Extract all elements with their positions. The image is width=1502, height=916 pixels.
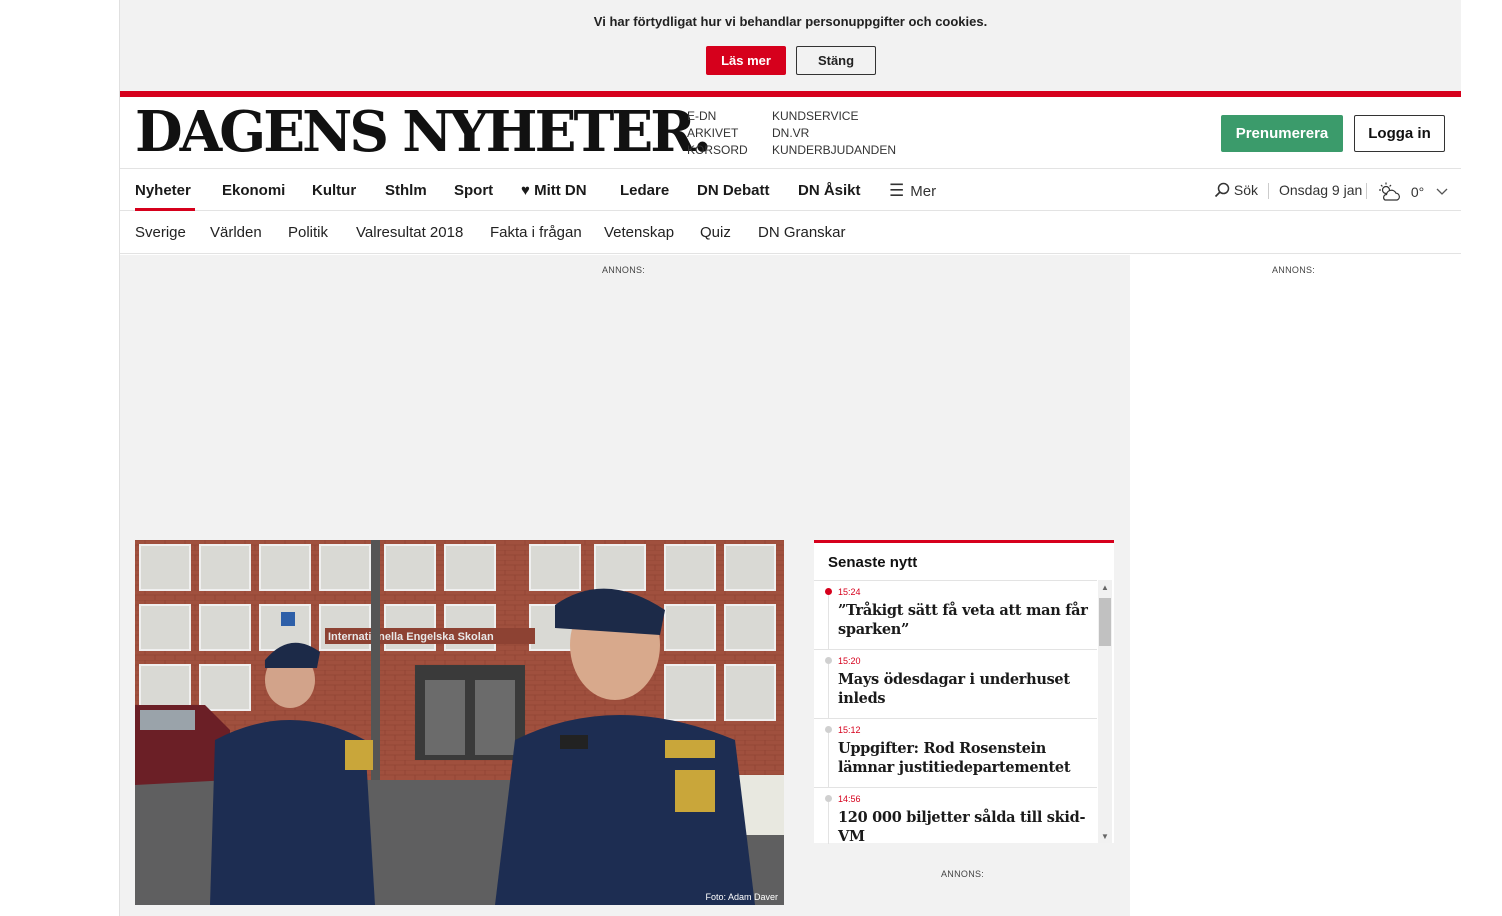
main-nav: Nyheter Ekonomi Kultur Sthlm Sport ♥ Mit… <box>120 168 1461 211</box>
ad-label-right: ANNONS: <box>1272 265 1316 275</box>
close-cookie-button[interactable]: Stäng <box>796 46 876 75</box>
header-accent-line <box>120 91 1461 97</box>
nav-item-dn-debatt[interactable]: DN Debatt <box>697 182 770 199</box>
subnav-item-varlden[interactable]: Världen <box>210 224 262 241</box>
list-item[interactable]: 15:20 Mays ödesdagar i underhuset inleds <box>814 650 1097 719</box>
news-headline[interactable]: 120 000 biljetter sålda till skid-VM <box>838 808 1088 844</box>
timeline-line <box>828 802 829 844</box>
timeline-line <box>828 595 829 650</box>
search-button[interactable]: Sök <box>1214 182 1258 198</box>
right-ad-column: ANNONS: <box>1130 255 1460 916</box>
temperature-label: 0° <box>1410 184 1425 200</box>
link-kunderbjudanden[interactable]: Kunderbjudanden <box>772 142 896 159</box>
latest-news-scrollbar[interactable]: ▲ ▼ <box>1098 580 1112 843</box>
date-label: Onsdag 9 jan <box>1279 182 1363 198</box>
site-logo[interactable]: DAGENS NYHETER. <box>135 99 712 165</box>
more-menu-button[interactable]: ☰ Mer <box>889 181 936 201</box>
hero-sign-text: Internationella Engelska Skolan <box>328 631 494 643</box>
hero-photo: Internationella Engelska Skolan <box>135 540 784 905</box>
subnav-item-politik[interactable]: Politik <box>288 224 328 241</box>
read-more-button[interactable]: Läs mer <box>706 46 786 75</box>
ad-label-bottom: ANNONS: <box>941 869 985 879</box>
weather-widget[interactable]: 0° <box>1377 182 1448 202</box>
nav-item-sport[interactable]: Sport <box>454 182 493 199</box>
cookie-text: Vi har förtydligat hur vi behandlar pers… <box>593 14 988 29</box>
news-headline[interactable]: Uppgifter: Rod Rosenstein lämnar justiti… <box>838 739 1088 777</box>
link-dnvr[interactable]: DN.VR <box>772 125 896 142</box>
more-label: Mer <box>910 183 937 200</box>
news-time: 15:24 <box>838 587 861 597</box>
timeline-dot-icon <box>825 795 832 802</box>
top-links-col1: E-DN Arkivet Korsord <box>687 108 748 159</box>
subnav-item-vetenskap[interactable]: Vetenskap <box>604 224 674 241</box>
timeline-line <box>828 664 829 719</box>
subnav-item-quiz[interactable]: Quiz <box>700 224 731 241</box>
weather-partly-cloudy-icon <box>1379 182 1400 201</box>
nav-item-mitt-dn-label: Mitt DN <box>534 182 587 199</box>
latest-news-title: Senaste nytt <box>828 554 918 571</box>
list-item[interactable]: 15:24 ”Tråkigt sätt få veta att man får … <box>814 581 1097 650</box>
timeline-dot-icon <box>825 726 832 733</box>
nav-item-kultur[interactable]: Kultur <box>312 182 356 199</box>
nav-divider <box>1268 183 1269 199</box>
chevron-down-icon <box>1436 188 1448 195</box>
news-headline[interactable]: ”Tråkigt sätt få veta att man får sparke… <box>838 601 1088 639</box>
scroll-thumb[interactable] <box>1099 598 1111 646</box>
hero-image[interactable]: Internationella Engelska Skolan Foto: Ad… <box>135 540 784 905</box>
live-dot-icon <box>825 588 832 595</box>
subnav-item-fakta[interactable]: Fakta i frågan <box>490 224 582 241</box>
news-time: 15:20 <box>838 656 861 666</box>
subnav-item-valresultat[interactable]: Valresultat 2018 <box>356 224 463 241</box>
page: Vi har förtydligat hur vi behandlar pers… <box>119 0 1461 916</box>
nav-item-mitt-dn[interactable]: ♥ Mitt DN <box>521 182 587 199</box>
heart-icon: ♥ <box>521 182 530 199</box>
list-item[interactable]: 15:12 Uppgifter: Rod Rosenstein lämnar j… <box>814 719 1097 788</box>
timeline-line <box>828 733 829 788</box>
latest-news-list[interactable]: 15:24 ”Tråkigt sätt få veta att man får … <box>814 580 1097 844</box>
news-time: 15:12 <box>838 725 861 735</box>
sub-nav: Sverige Världen Politik Valresultat 2018… <box>120 211 1461 254</box>
search-icon <box>1214 182 1230 198</box>
site-header: DAGENS NYHETER. E-DN Arkivet Korsord Kun… <box>120 91 1461 255</box>
photo-credit: Foto: Adam Daver <box>705 892 778 902</box>
nav-item-nyheter[interactable]: Nyheter <box>135 182 191 199</box>
cookie-banner: Vi har förtydligat hur vi behandlar pers… <box>120 0 1461 91</box>
ad-label-top: ANNONS: <box>602 265 646 275</box>
login-button[interactable]: Logga in <box>1354 115 1445 152</box>
link-korsord[interactable]: Korsord <box>687 142 748 159</box>
link-kundservice[interactable]: Kundservice <box>772 108 896 125</box>
subscribe-button[interactable]: Prenumerera <box>1221 115 1343 152</box>
link-arkivet[interactable]: Arkivet <box>687 125 748 142</box>
subnav-item-sverige[interactable]: Sverige <box>135 224 186 241</box>
nav-item-dn-asikt[interactable]: DN Åsikt <box>798 182 861 199</box>
nav-item-ledare[interactable]: Ledare <box>620 182 669 199</box>
search-label: Sök <box>1233 182 1259 198</box>
link-edn[interactable]: E-DN <box>687 108 748 125</box>
nav-item-ekonomi[interactable]: Ekonomi <box>222 182 285 199</box>
latest-news-widget: Senaste nytt 15:24 ”Tråkigt sätt få veta… <box>814 540 1114 844</box>
scroll-down-icon[interactable]: ▼ <box>1098 832 1112 841</box>
timeline-dot-icon <box>825 657 832 664</box>
subnav-item-dn-granskar[interactable]: DN Granskar <box>758 224 846 241</box>
scroll-up-icon[interactable]: ▲ <box>1098 583 1112 592</box>
nav-divider <box>1366 183 1367 199</box>
news-headline[interactable]: Mays ödesdagar i underhuset inleds <box>838 670 1088 708</box>
list-item[interactable]: 14:56 120 000 biljetter sålda till skid-… <box>814 788 1097 844</box>
hamburger-icon: ☰ <box>889 181 905 200</box>
news-time: 14:56 <box>838 794 861 804</box>
nav-item-sthlm[interactable]: Sthlm <box>385 182 427 199</box>
top-links-col2: Kundservice DN.VR Kunderbjudanden <box>772 108 896 159</box>
